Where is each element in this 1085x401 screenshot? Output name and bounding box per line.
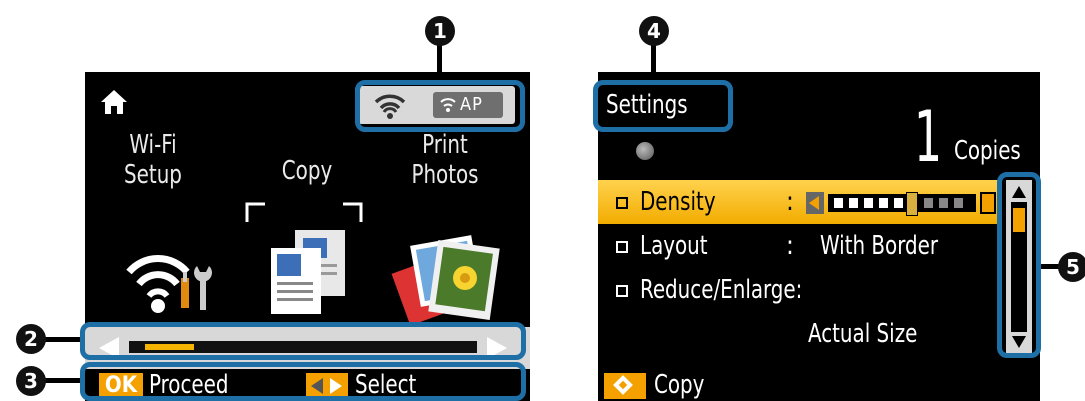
callout-badge-3: 3 [16,366,46,396]
setting-row-reduce-enlarge-value[interactable]: Actual Size [598,312,998,356]
callout-line-3 [44,378,80,383]
density-segment [939,198,948,208]
setting-colon: : [786,231,794,261]
start-button-icon [604,373,646,399]
density-segment [834,198,843,208]
density-increase-icon[interactable] [980,192,996,214]
density-level-bar [828,192,976,216]
start-label: Copy [654,370,705,400]
menu-label-wifi-setup[interactable]: Wi-Fi Setup [102,130,204,190]
callout-badge-5: 5 [1058,252,1085,282]
density-center-marker [906,192,918,216]
setting-row-density[interactable]: Density : [598,180,998,224]
density-decrease-icon[interactable] [806,192,824,214]
home-icon[interactable] [99,88,129,116]
copies-label: Copies [954,136,1021,166]
callout-line-2 [44,337,80,342]
setting-colon: : [786,187,794,217]
density-segment [924,198,933,208]
setting-label: Reduce/Enlarge: [640,275,803,305]
callout-box-5 [997,172,1041,358]
copy-icon[interactable] [265,222,350,317]
density-segment [954,198,963,208]
callout-line-4 [651,44,656,80]
status-circle-icon [636,142,654,160]
callout-box-2 [80,322,526,360]
bullet-icon [616,285,628,297]
density-segment [894,198,903,208]
wifi-setup-icon[interactable] [125,242,220,317]
bullet-icon [616,197,628,209]
callout-box-1 [355,80,525,132]
callout-box-3 [80,362,526,401]
density-segment [879,198,888,208]
copies-count[interactable]: 1 [914,102,942,172]
callout-badge-1: 1 [425,16,455,46]
button-guide: Copy [598,369,1040,401]
callout-badge-4: 4 [639,16,669,46]
callout-line-1 [437,44,442,80]
callout-badge-2: 2 [16,324,46,354]
density-slider[interactable] [806,192,996,216]
density-segment [864,198,873,208]
setting-row-layout[interactable]: Layout : With Border [598,224,998,268]
bullet-icon [616,241,628,253]
setting-value: With Border [820,231,939,261]
print-photos-icon[interactable] [391,222,501,327]
menu-label-print-photos[interactable]: Print Photos [394,130,496,190]
density-segment [849,198,858,208]
menu-label-copy[interactable]: Copy [256,156,358,186]
setting-label: Layout [640,231,708,261]
setting-label: Density [640,187,716,217]
callout-box-4 [593,80,733,132]
setting-value: Actual Size [808,319,918,349]
setting-row-reduce-enlarge[interactable]: Reduce/Enlarge: [598,268,998,312]
